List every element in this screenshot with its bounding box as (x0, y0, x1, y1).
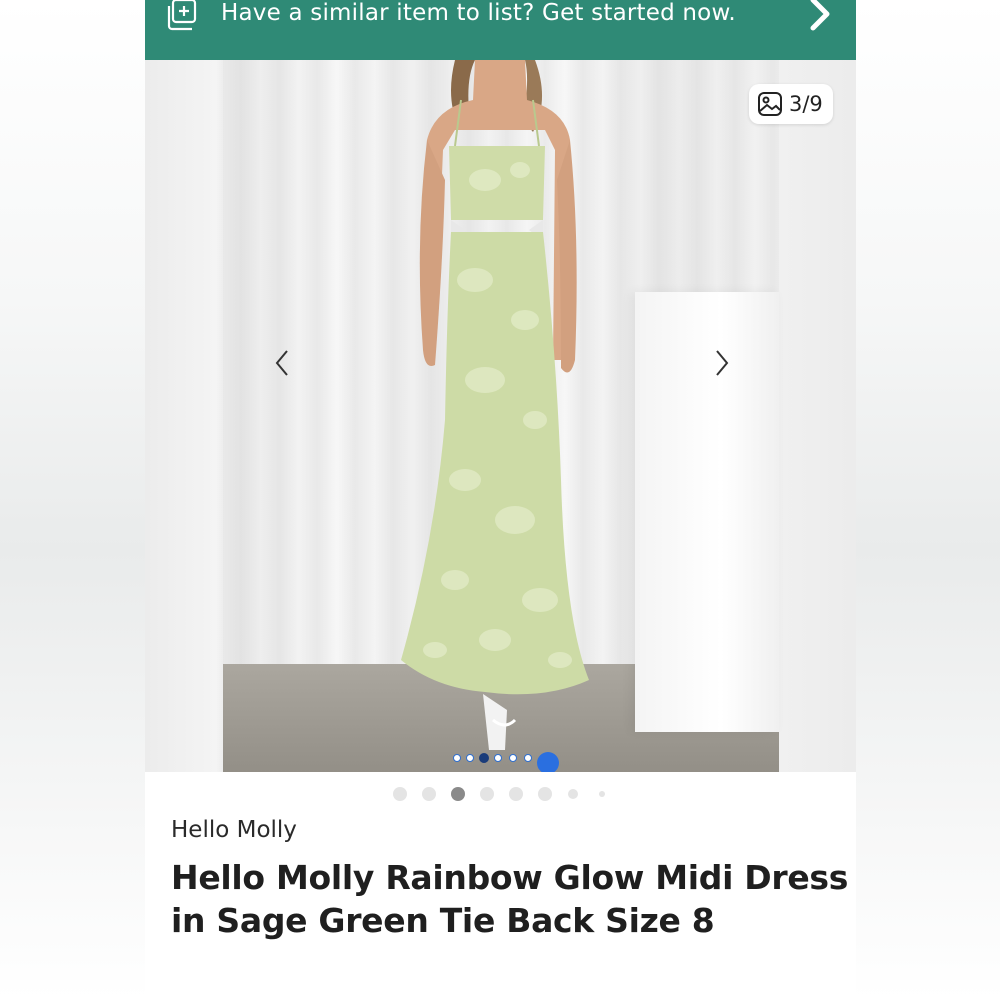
listing-screen: Have a similar item to list? Get started… (145, 0, 856, 1000)
chevron-right-icon[interactable] (707, 345, 737, 381)
image-counter: 3/9 (749, 84, 833, 124)
page-dot[interactable] (568, 789, 578, 799)
carousel-pagination[interactable] (145, 786, 856, 802)
dress-photo (401, 60, 589, 750)
image-counter-text: 3/9 (789, 92, 823, 116)
banner-text[interactable]: Have a similar item to list? Get started… (221, 0, 736, 28)
brand-name[interactable]: Hello Molly (171, 817, 297, 843)
page-dot[interactable] (393, 787, 407, 801)
page-dot-active[interactable] (451, 787, 465, 801)
add-listing-icon (167, 0, 197, 31)
listing-title: Hello Molly Rainbow Glow Midi Dress in S… (171, 858, 849, 940)
product-image-carousel[interactable]: 3/9 (145, 60, 856, 772)
page-dot[interactable] (480, 787, 494, 801)
page-dot[interactable] (509, 787, 523, 801)
chevron-left-icon[interactable] (267, 345, 297, 381)
blue-marker (537, 752, 559, 772)
chevron-right-icon[interactable] (805, 0, 835, 36)
list-similar-banner[interactable]: Have a similar item to list? Get started… (145, 0, 856, 60)
page-dot[interactable] (422, 787, 436, 801)
page-dot[interactable] (538, 787, 552, 801)
image-icon (758, 92, 782, 116)
page-dot[interactable] (599, 791, 605, 797)
